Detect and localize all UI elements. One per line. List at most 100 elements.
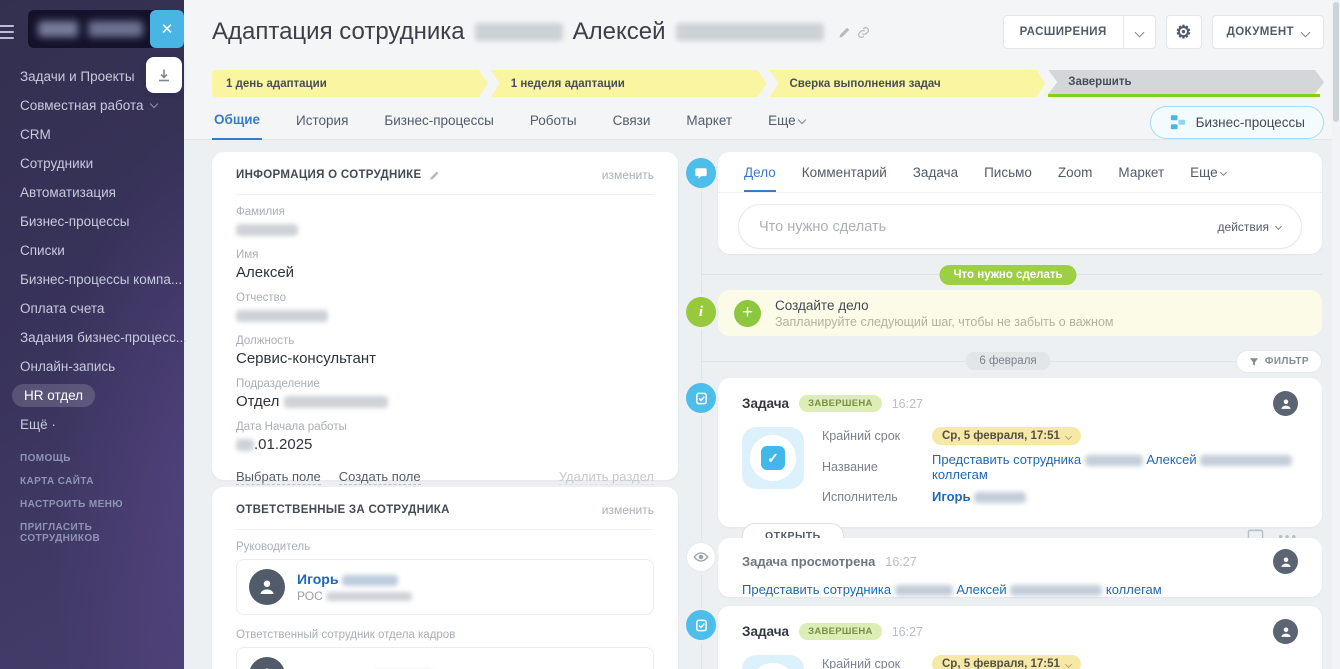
- sidebar-item-automation[interactable]: Автоматизация: [0, 178, 184, 207]
- chevron-down-icon: [149, 100, 157, 108]
- create-field-link[interactable]: Создать поле: [339, 469, 421, 485]
- tab-general[interactable]: Общие: [212, 104, 262, 140]
- filter-button[interactable]: ФИЛЬТР: [1236, 350, 1322, 373]
- sidebar-item-employees[interactable]: Сотрудники: [0, 149, 184, 178]
- sidebar-item-more[interactable]: Ещё ·: [0, 410, 184, 439]
- tab-market[interactable]: Маркет: [1118, 165, 1164, 192]
- tab-task[interactable]: Задача: [913, 165, 958, 192]
- stage-finish[interactable]: Завершить: [1048, 70, 1324, 97]
- plus-icon[interactable]: +: [734, 300, 761, 327]
- chevron-down-icon: [1275, 223, 1282, 230]
- sidebar-item-collaboration[interactable]: Совместная работа: [0, 91, 184, 120]
- card-title: ОТВЕТСТВЕННЫЕ ЗА СОТРУДНИКА: [236, 504, 450, 516]
- sidebar-item-tasks[interactable]: Задачи и Проекты: [0, 62, 184, 91]
- sidebar-item-sitemap[interactable]: КАРТА САЙТА: [0, 470, 184, 493]
- document-button[interactable]: ДОКУМЕНТ: [1212, 15, 1324, 49]
- sidebar-item-online-booking[interactable]: Онлайн-запись: [0, 352, 184, 381]
- redacted-value: [1200, 455, 1292, 466]
- assignee-label: Исполнитель: [822, 490, 932, 504]
- delete-section-link[interactable]: Удалить раздел: [559, 469, 654, 485]
- deadline-pill[interactable]: Ср, 5 февраля, 17:51: [932, 655, 1081, 669]
- pipeline-stages: 1 день адаптации 1 неделя адаптации Свер…: [212, 70, 1324, 97]
- tab-relations[interactable]: Связи: [611, 105, 653, 139]
- sidebar-item-lists[interactable]: Списки: [0, 236, 184, 265]
- sidebar-item-help[interactable]: ПОМОЩЬ: [0, 447, 184, 470]
- field-start-date: Дата Начала работы .01.2025: [236, 421, 654, 453]
- tab-history[interactable]: История: [294, 105, 350, 139]
- main-content: Адаптация сотрудника Алексей РАСШИРЕНИЯ …: [184, 0, 1340, 669]
- redacted-value: [1010, 585, 1102, 596]
- sidebar-item-bp-tasks[interactable]: Задания бизнес-процесс...: [0, 323, 184, 352]
- task-name-link[interactable]: Представить сотрудника Алексей коллегам: [932, 452, 1298, 482]
- avatar[interactable]: [249, 569, 285, 605]
- tab-deal-activity[interactable]: Дело: [744, 165, 776, 192]
- extensions-button[interactable]: РАСШИРЕНИЯ: [1003, 15, 1156, 49]
- responsible-card: ОТВЕТСТВЕННЫЕ ЗА СОТРУДНИКА изменить Рук…: [212, 487, 678, 669]
- funnel-icon: [1249, 357, 1259, 367]
- eye-icon: [686, 542, 716, 572]
- tab-more[interactable]: Еще: [766, 105, 807, 139]
- sidebar: ✕ Задачи и Проекты Совместная работа CRM…: [0, 0, 184, 669]
- task-name-link[interactable]: Представить сотрудника Алексей коллегам: [742, 582, 1162, 597]
- extensions-dropdown[interactable]: [1124, 16, 1155, 48]
- field-hr-responsible: Ответственный сотрудник отдела кадров Ек…: [236, 629, 654, 669]
- timeline: i Дело Комментарий Задача Письмо Zoom Ма…: [694, 150, 1322, 669]
- create-activity-hint[interactable]: + Создайте дело Запланируйте следующий ш…: [718, 290, 1322, 336]
- actions-dropdown[interactable]: действия: [1218, 220, 1281, 234]
- sidebar-item-invoice-payment[interactable]: Оплата счета: [0, 294, 184, 323]
- date-separator[interactable]: 6 февраля: [965, 352, 1050, 370]
- business-process-icon: [1169, 113, 1187, 131]
- scrollbar-thumb[interactable]: [1333, 2, 1339, 122]
- timeline-rail: [701, 162, 702, 669]
- edit-link[interactable]: изменить: [602, 503, 654, 517]
- select-field-link[interactable]: Выбрать поле: [236, 469, 321, 485]
- page-header: Адаптация сотрудника Алексей РАСШИРЕНИЯ …: [212, 12, 1324, 52]
- stage-task-check[interactable]: Сверка выполнения задач: [770, 70, 1046, 97]
- sidebar-item-configure-menu[interactable]: НАСТРОИТЬ МЕНЮ: [0, 493, 184, 516]
- todo-quick-button[interactable]: Что нужно сделать: [939, 265, 1076, 285]
- tab-email[interactable]: Письмо: [984, 165, 1032, 192]
- assignee-link[interactable]: Игорь: [932, 489, 1026, 504]
- hamburger-menu-icon[interactable]: [0, 21, 14, 43]
- link-icon[interactable]: [857, 26, 870, 39]
- avatar[interactable]: [1273, 619, 1298, 644]
- sidebar-item-company-bp[interactable]: Бизнес-процессы компа...: [0, 265, 184, 294]
- edit-link[interactable]: изменить: [602, 168, 654, 182]
- close-icon[interactable]: ✕: [150, 10, 184, 48]
- settings-button[interactable]: ⚙: [1166, 15, 1202, 49]
- business-processes-button[interactable]: Бизнес-процессы: [1150, 106, 1324, 139]
- edit-pencil-icon[interactable]: [838, 26, 851, 39]
- redacted-value: [974, 492, 1026, 503]
- tab-comment[interactable]: Комментарий: [802, 165, 887, 192]
- chevron-down-icon: [1134, 27, 1144, 37]
- field-position: Должность Сервис-консультант: [236, 335, 654, 367]
- task-time: 16:27: [892, 397, 923, 411]
- avatar[interactable]: [249, 657, 285, 669]
- tab-robots[interactable]: Роботы: [528, 105, 579, 139]
- chevron-down-icon: [798, 116, 806, 124]
- sidebar-item-crm[interactable]: CRM: [0, 120, 184, 149]
- gear-icon: ⚙: [1175, 22, 1192, 43]
- person-icon: [1279, 625, 1293, 639]
- redacted-name-part: [676, 23, 824, 41]
- todo-input[interactable]: [759, 219, 1218, 235]
- main-tabs: Общие История Бизнес-процессы Роботы Свя…: [212, 104, 1324, 140]
- avatar[interactable]: [1273, 391, 1298, 416]
- person-icon: [257, 577, 277, 597]
- tab-business-processes[interactable]: Бизнес-процессы: [382, 105, 495, 139]
- edit-pencil-icon[interactable]: [429, 170, 440, 181]
- chevron-down-icon: [1220, 169, 1227, 176]
- tab-zoom[interactable]: Zoom: [1058, 165, 1093, 192]
- sidebar-item-hr-department[interactable]: HR отдел: [0, 381, 184, 410]
- deadline-pill[interactable]: Ср, 5 февраля, 17:51: [932, 427, 1081, 445]
- chevron-down-icon: [1301, 27, 1311, 37]
- manager-name-link[interactable]: Игорь: [297, 571, 412, 587]
- sidebar-item-invite-employees[interactable]: ПРИГЛАСИТЬ СОТРУДНИКОВ: [0, 516, 184, 550]
- tab-market[interactable]: Маркет: [684, 105, 734, 139]
- stage-week-1[interactable]: 1 неделя адаптации: [491, 70, 767, 97]
- tab-more[interactable]: Еще: [1190, 165, 1226, 192]
- sidebar-item-business-processes[interactable]: Бизнес-процессы: [0, 207, 184, 236]
- stage-day-1[interactable]: 1 день адаптации: [212, 70, 488, 97]
- person-icon: [257, 665, 277, 669]
- avatar[interactable]: [1273, 549, 1298, 574]
